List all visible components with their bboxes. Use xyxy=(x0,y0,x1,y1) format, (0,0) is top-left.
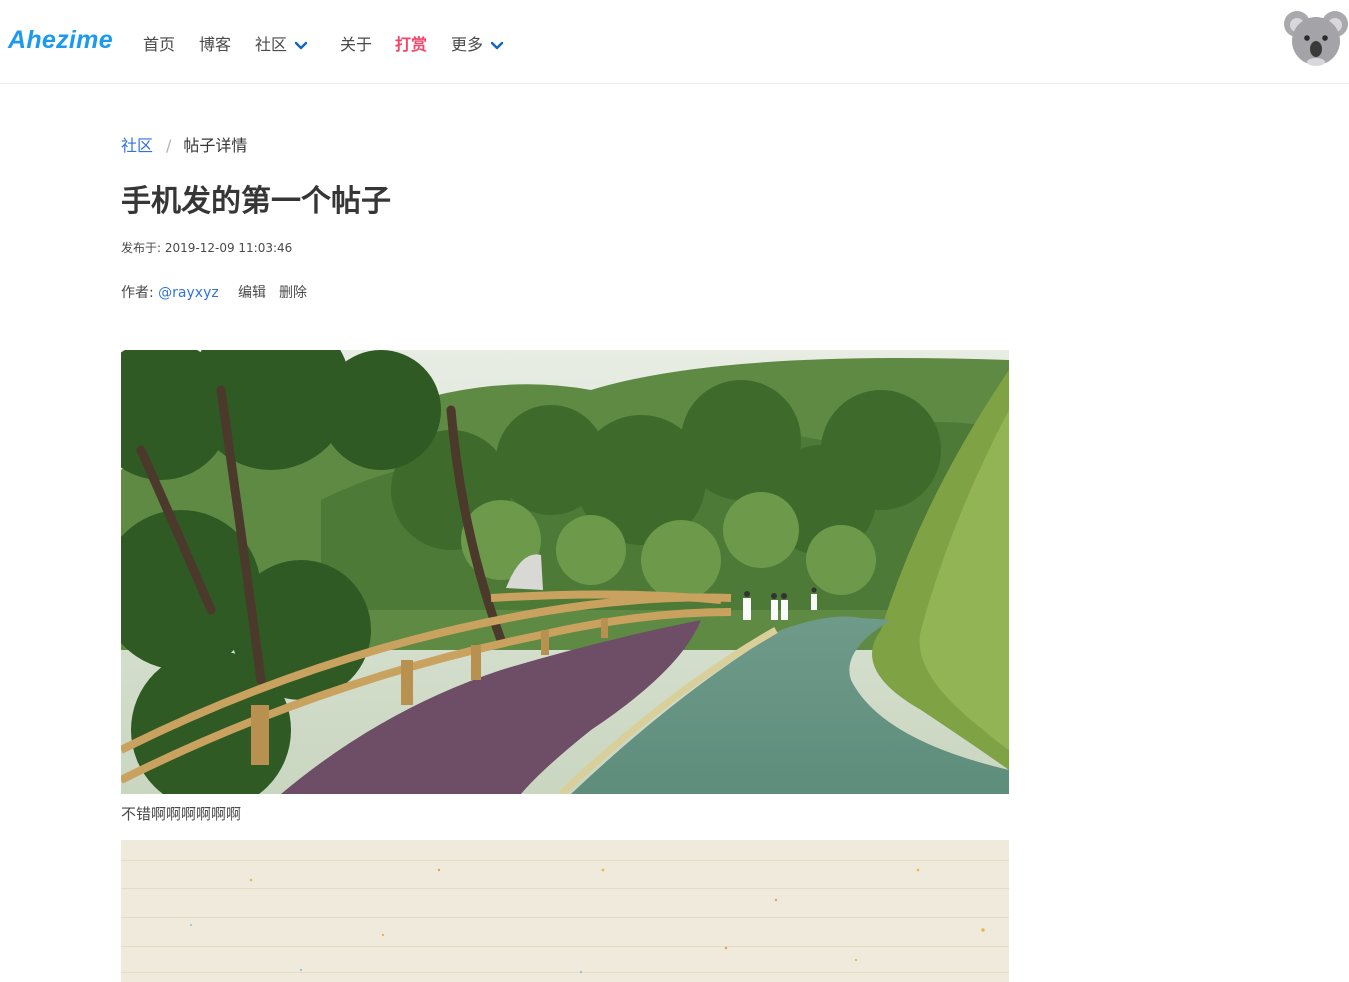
breadcrumb: 社区 / 帖子详情 xyxy=(121,132,247,156)
chevron-down-icon xyxy=(490,41,504,50)
nav-item-more[interactable]: 更多 xyxy=(451,31,505,55)
edit-button[interactable]: 编辑 xyxy=(238,282,266,302)
publish-time: 发布于: 2019-12-09 11:03:46 xyxy=(121,241,293,255)
post-caption: 不错啊啊啊啊啊啊 xyxy=(121,805,242,823)
post-photo xyxy=(121,350,1009,794)
author-link[interactable]: @rayxyz xyxy=(158,285,219,301)
brand-logo[interactable]: Ahezime xyxy=(8,26,113,55)
post-photo-paper xyxy=(121,840,1009,982)
nav-item-community-label: 社区 xyxy=(255,35,288,54)
top-navbar: Ahezime 首页 博客 社区 关于 打赏 更多 xyxy=(0,0,1349,84)
breadcrumb-community-link[interactable]: 社区 xyxy=(121,136,153,155)
breadcrumb-current: 帖子详情 xyxy=(183,136,248,155)
koala-icon xyxy=(1284,11,1348,66)
author-prefix: 作者: xyxy=(121,285,159,301)
chevron-down-icon xyxy=(294,41,308,50)
delete-button[interactable]: 删除 xyxy=(279,282,307,302)
nav-item-donate[interactable]: 打赏 xyxy=(395,31,427,55)
author-line: 作者: @rayxyz 编辑 删除 xyxy=(121,282,307,302)
nav-item-home[interactable]: 首页 xyxy=(143,31,175,55)
nav-item-blog[interactable]: 博客 xyxy=(199,31,231,55)
nav-item-about[interactable]: 关于 xyxy=(340,31,372,55)
post-title: 手机发的第一个帖子 xyxy=(121,184,391,219)
breadcrumb-separator: / xyxy=(166,136,172,155)
user-avatar[interactable] xyxy=(1283,8,1349,68)
nav-item-more-label: 更多 xyxy=(451,35,484,54)
nav-item-community[interactable]: 社区 xyxy=(255,31,309,55)
